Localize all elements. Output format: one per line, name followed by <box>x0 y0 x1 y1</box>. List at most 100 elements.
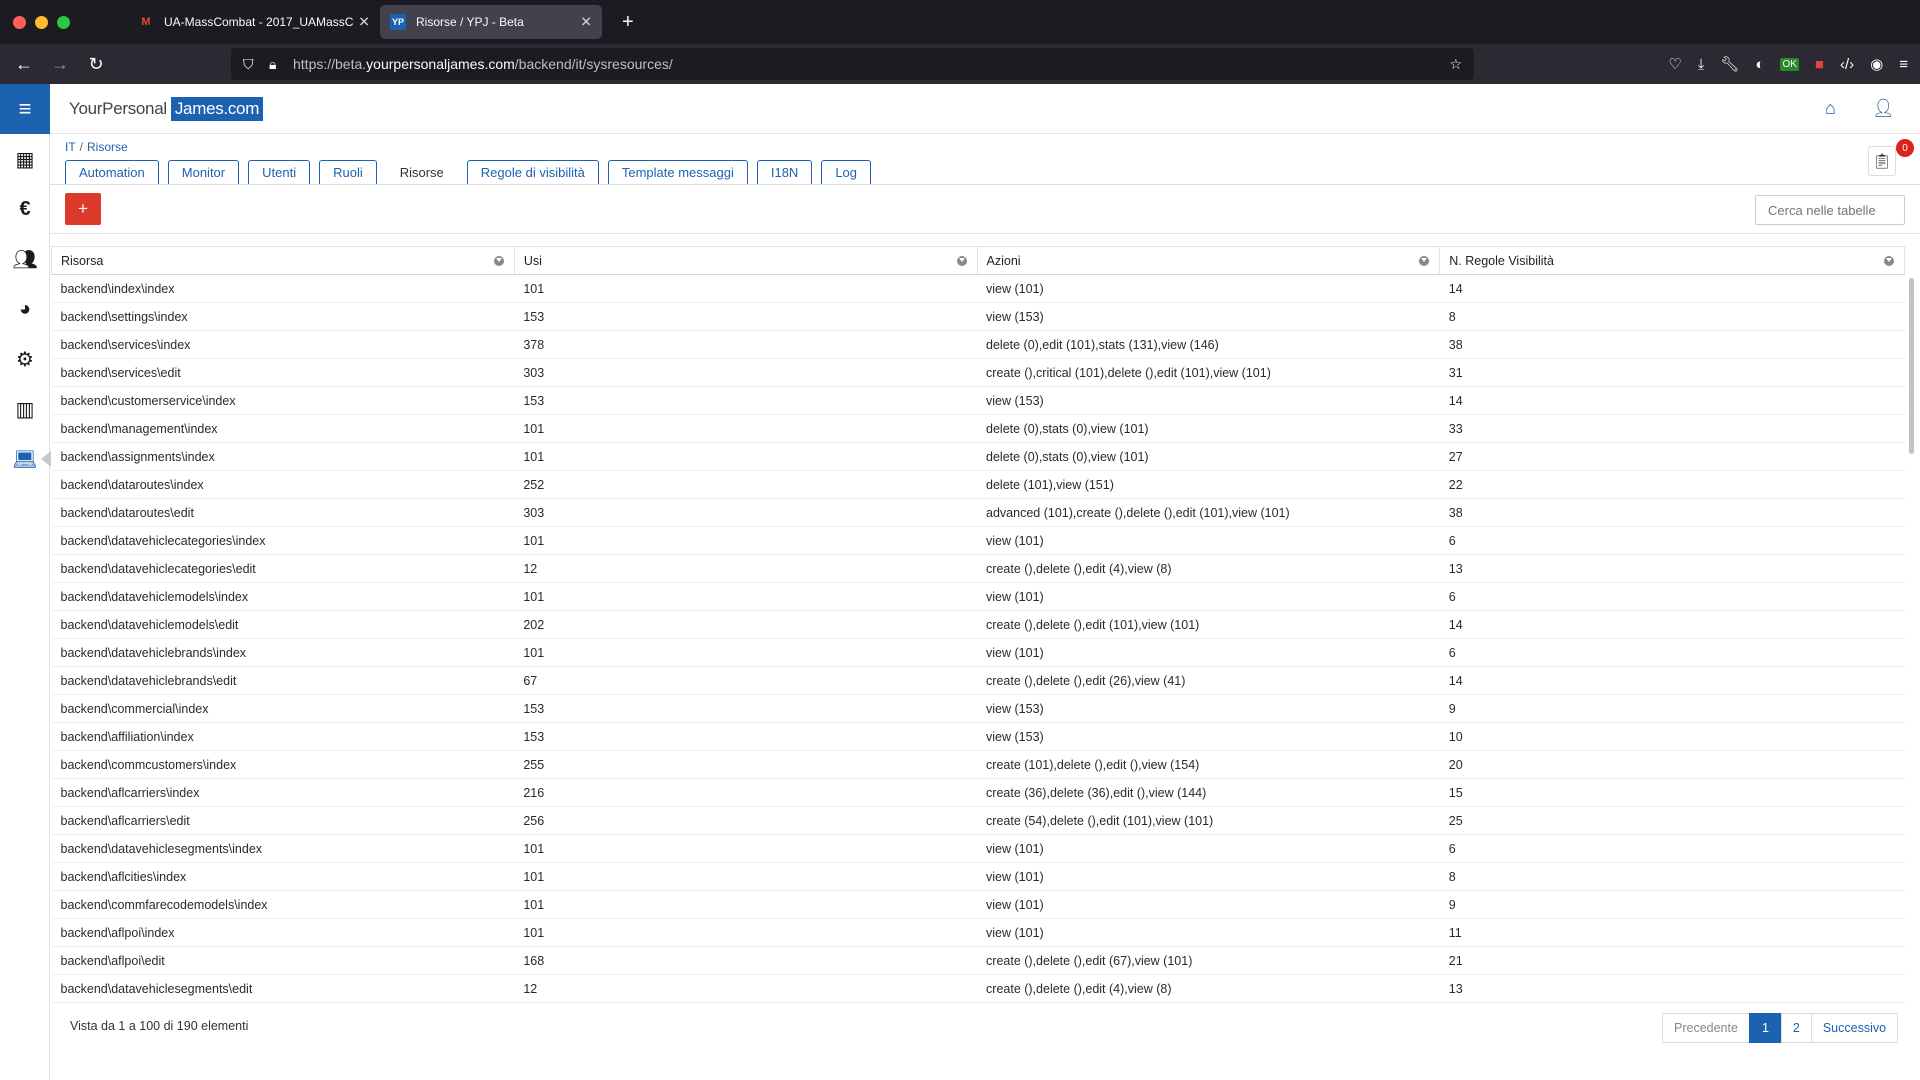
pagination-prev[interactable]: Precedente <box>1662 1013 1750 1043</box>
calendar-icon[interactable]: ▦ <box>0 134 50 184</box>
menu-icon[interactable]: ≡ <box>1899 56 1908 73</box>
column-header-azioni[interactable]: Azioni <box>977 246 1441 275</box>
reload-icon[interactable]: ↻ <box>78 54 114 75</box>
sidebar-toggle-icon[interactable]: ≡ <box>0 84 50 134</box>
table-row[interactable]: backend\services\index 378 delete (0),edit… <box>51 330 1905 359</box>
tab-ruoli[interactable]: Ruoli <box>319 160 377 184</box>
cell-regole: 9 <box>1439 694 1905 723</box>
close-tab-icon[interactable]: ✕ <box>358 14 370 31</box>
cell-azioni: view (153) <box>977 386 1440 415</box>
table-row[interactable]: backend\index\index 101 view (101) 14 <box>51 274 1905 303</box>
table-row[interactable]: backend\aflpoi\index 101 view (101) 11 <box>51 918 1905 947</box>
cell-regole: 15 <box>1439 778 1905 807</box>
table-row[interactable]: backend\management\index 101 delete (0),st… <box>51 414 1905 443</box>
table-row[interactable]: backend\aflcities\index 101 view (101) 8 <box>51 862 1905 891</box>
users-icon[interactable]: 👥︎ <box>0 234 50 284</box>
building-icon[interactable]: ▥ <box>0 384 50 434</box>
cell-regole: 13 <box>1439 554 1905 583</box>
zoom-window-button[interactable] <box>57 15 70 29</box>
table-row[interactable]: backend\datavehiclesegments\index 101 view… <box>51 834 1905 863</box>
cell-usi: 101 <box>514 638 978 667</box>
pocket-icon[interactable]: ♡ <box>1668 55 1681 73</box>
table-row[interactable]: backend\commercial\index 153 view (153) 9 <box>51 694 1905 723</box>
sort-icon[interactable] <box>1884 256 1894 266</box>
table-row[interactable]: backend\aflcarriers\edit 256 create (54),d… <box>51 806 1905 835</box>
tab-regole-visibilita[interactable]: Regole di visibilità <box>466 160 599 184</box>
pie-chart-icon[interactable]: ◕ <box>0 284 50 334</box>
account-icon[interactable]: ◉ <box>1870 55 1883 73</box>
pagination-page-1[interactable]: 1 <box>1748 1013 1782 1043</box>
table-row[interactable]: backend\aflpoi\edit 168 create (),delete (… <box>51 946 1905 975</box>
breadcrumb-it[interactable]: IT <box>65 140 76 154</box>
table-row[interactable]: backend\assignments\index 101 delete (0),s… <box>51 442 1905 471</box>
back-icon[interactable]: ← <box>6 54 42 75</box>
table-row[interactable]: backend\services\edit 303 create (),critic… <box>51 358 1905 387</box>
browser-tab-risorse[interactable]: YP Risorse / YPJ - Beta ✕ <box>380 5 602 39</box>
tab-utenti[interactable]: Utenti <box>248 160 311 184</box>
home-icon[interactable]: ⌂ <box>1825 98 1836 119</box>
extension-ok-icon[interactable]: OK <box>1780 57 1799 71</box>
laptop-icon[interactable]: 💻︎ <box>0 434 51 484</box>
logo[interactable]: YourPersonal James.com <box>69 97 264 121</box>
clipboard-icon[interactable]: 📋︎ <box>1868 146 1896 176</box>
gears-icon[interactable]: ⚙ <box>0 334 50 384</box>
tab-log[interactable]: Log <box>821 160 872 184</box>
sort-icon[interactable] <box>493 256 504 266</box>
shield-icon[interactable]: ⛉ <box>243 56 254 73</box>
table-row[interactable]: backend\datavehiclecategories\index 101 vi… <box>51 526 1905 555</box>
table-row[interactable]: backend\dataroutes\index 252 delete (101),… <box>51 470 1905 499</box>
pagination-next[interactable]: Successivo <box>1810 1013 1899 1043</box>
extension-icon[interactable]: ◐ <box>1755 56 1764 73</box>
table-row[interactable]: backend\datavehiclecategories\edit 12 crea… <box>51 554 1905 583</box>
forward-icon[interactable]: → <box>42 54 78 75</box>
extension-red-icon[interactable]: ■ <box>1815 56 1824 73</box>
table-row[interactable]: backend\datavehiclemodels\edit 202 create … <box>51 610 1905 639</box>
breadcrumb-risorse[interactable]: Risorse <box>87 140 128 154</box>
search-input[interactable] <box>1755 195 1905 225</box>
tab-i18n[interactable]: I18N <box>756 160 813 184</box>
table-row[interactable]: backend\commcustomers\index 255 create (10… <box>51 750 1905 779</box>
browser-tab-gmail[interactable]: M UA-MassCombat - 2017_UAMassCombat ✕ <box>120 0 380 44</box>
table-scrollbar[interactable] <box>1909 278 1914 454</box>
cell-usi: 101 <box>514 834 978 863</box>
table-row[interactable]: backend\dataroutes\edit 303 advanced (101)… <box>51 498 1905 527</box>
table-row[interactable]: backend\affiliation\index 153 view (153) 10 <box>51 722 1905 751</box>
euro-icon[interactable]: € <box>0 184 50 234</box>
column-header-usi[interactable]: Usi <box>514 246 978 275</box>
table-row[interactable]: backend\customerservice\index 153 view (15… <box>51 386 1905 415</box>
tab-risorse[interactable]: Risorse <box>386 160 458 184</box>
cell-azioni: view (101) <box>977 526 1440 555</box>
table-row[interactable]: backend\datavehiclebrands\edit 67 create (… <box>51 666 1905 695</box>
new-tab-icon[interactable]: + <box>622 11 634 34</box>
close-tab-icon[interactable]: ✕ <box>580 14 592 31</box>
table-row[interactable]: backend\datavehiclebrands\index 101 view (… <box>51 638 1905 667</box>
bookmark-star-icon[interactable]: ☆ <box>1449 56 1462 73</box>
app-header: YourPersonal James.com ⌂ 👤︎ <box>50 84 1920 134</box>
tab-template-messaggi[interactable]: Template messaggi <box>607 160 748 184</box>
pagination-page-2[interactable]: 2 <box>1780 1013 1812 1043</box>
minimize-window-button[interactable] <box>35 15 48 29</box>
url-bar[interactable]: ⛉ 🔒︎ https://beta.yourpersonaljames.com/… <box>231 48 1474 80</box>
download-icon[interactable]: ⤓ <box>1698 56 1705 73</box>
cell-risorsa: backend\dataroutes\edit <box>51 498 515 527</box>
devtools-icon[interactable]: ‹/› <box>1840 56 1854 73</box>
table-row[interactable]: backend\datavehiclemodels\index 101 view (… <box>51 582 1905 611</box>
column-header-regole[interactable]: N. Regole Visibilità <box>1439 246 1905 275</box>
cell-azioni: view (101) <box>977 862 1440 891</box>
table-row[interactable]: backend\settings\index 153 view (153) 8 <box>51 302 1905 331</box>
add-button[interactable]: + <box>65 193 101 225</box>
close-window-button[interactable] <box>13 15 26 29</box>
tab-automation[interactable]: Automation <box>65 160 159 184</box>
wrench-icon[interactable]: 🔧︎ <box>1720 55 1739 73</box>
sort-icon[interactable] <box>956 256 967 266</box>
sort-icon[interactable] <box>1419 256 1430 266</box>
table-row[interactable]: backend\commfarecodemodels\index 101 view … <box>51 890 1905 919</box>
table-row[interactable]: backend\datavehiclesegments\edit 12 create… <box>51 974 1905 1003</box>
tab-monitor[interactable]: Monitor <box>167 160 240 184</box>
cell-risorsa: backend\datavehiclemodels\index <box>51 582 515 611</box>
column-header-risorsa[interactable]: Risorsa <box>51 246 515 275</box>
lock-icon[interactable]: 🔒︎ <box>269 56 276 73</box>
table-row[interactable]: backend\aflcarriers\index 216 create (36),… <box>51 778 1905 807</box>
section-tabs: Automation Monitor Utenti Ruoli Risorse … <box>65 160 872 184</box>
user-icon[interactable]: 👤︎ <box>1872 98 1895 119</box>
